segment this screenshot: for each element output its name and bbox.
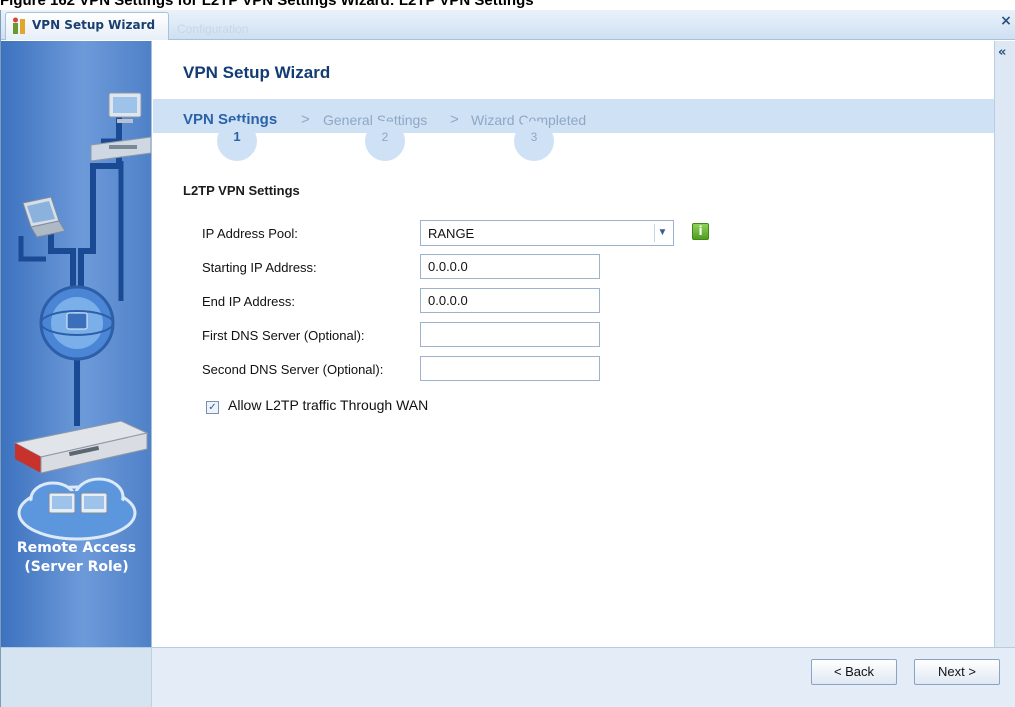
dns1-field[interactable] xyxy=(420,322,600,347)
allow-l2tp-label[interactable]: Allow L2TP traffic Through WAN xyxy=(228,397,428,413)
window-tab[interactable]: VPN Setup Wizard xyxy=(5,12,169,40)
laptop-icon xyxy=(22,196,66,238)
ip-pool-select[interactable]: RANGE ▼ xyxy=(420,220,674,246)
close-icon[interactable]: × xyxy=(999,14,1013,28)
start-ip-field[interactable]: 0.0.0.0 xyxy=(420,254,600,279)
background-tab-label[interactable]: Configuration xyxy=(177,22,248,36)
network-diagram-illustration xyxy=(13,92,151,541)
step-separator: > xyxy=(301,111,310,128)
back-button[interactable]: < Back xyxy=(811,659,897,685)
firewall-device-icon xyxy=(13,420,149,474)
dns2-label: Second DNS Server (Optional): xyxy=(202,362,384,377)
switch-icon xyxy=(90,136,151,162)
cloud-computers-icon xyxy=(17,477,137,541)
footer-left-panel xyxy=(1,648,152,707)
sidebar-caption-line1: Remote Access xyxy=(16,540,137,556)
info-icon[interactable]: i xyxy=(692,223,709,240)
wizard-content: VPN Setup Wizard VPN Settings > General … xyxy=(153,41,994,647)
globe-icon xyxy=(39,285,115,361)
title-bar: VPN Setup Wizard Configuration × xyxy=(1,10,1015,40)
ip-pool-label: IP Address Pool: xyxy=(202,226,298,241)
wizard-icon xyxy=(12,17,28,35)
dns2-field[interactable] xyxy=(420,356,600,381)
ip-pool-value: RANGE xyxy=(428,226,475,241)
step-separator: > xyxy=(450,111,459,128)
figure-caption: Figure 162 VPN Settings for L2TP VPN Set… xyxy=(0,0,534,9)
page-title: VPN Setup Wizard xyxy=(183,63,331,82)
allow-l2tp-checkbox[interactable]: ✓ xyxy=(206,401,219,414)
step-number-2: 2 xyxy=(365,121,405,161)
end-ip-field[interactable]: 0.0.0.0 xyxy=(420,288,600,313)
sidebar-caption-line2: (Server Role) xyxy=(24,559,129,575)
chevron-down-icon[interactable]: ▼ xyxy=(654,224,670,242)
dns1-label: First DNS Server (Optional): xyxy=(202,328,365,343)
collapse-icon[interactable]: « xyxy=(998,45,1006,60)
step-indicator: VPN Settings > General Settings > Wizard… xyxy=(153,99,994,133)
side-panel-strip: « xyxy=(994,41,1015,647)
footer-bar: < Back Next > xyxy=(1,647,1015,707)
start-ip-label: Starting IP Address: xyxy=(202,260,317,275)
monitor-icon xyxy=(108,92,142,123)
wizard-sidebar: Remote Access (Server Role) xyxy=(1,41,152,647)
section-title: L2TP VPN Settings xyxy=(183,183,300,198)
next-button[interactable]: Next > xyxy=(914,659,1000,685)
wizard-window: VPN Setup Wizard Configuration × Remote … xyxy=(0,10,1015,707)
window-title: VPN Setup Wizard xyxy=(32,18,156,32)
step-number-3: 3 xyxy=(514,121,554,161)
step-number-1: 1 xyxy=(217,121,257,161)
end-ip-label: End IP Address: xyxy=(202,294,295,309)
